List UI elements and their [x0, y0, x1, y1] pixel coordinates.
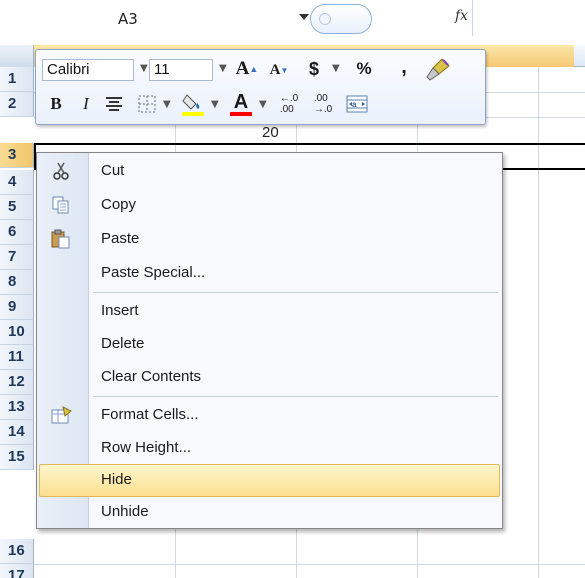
- menu-item-paste-special[interactable]: Paste Special...: [39, 257, 500, 290]
- row-header-17[interactable]: 17: [0, 564, 34, 578]
- menu-item-hide[interactable]: Hide: [39, 464, 500, 497]
- menu-separator: [93, 292, 498, 293]
- mini-toolbar: Calibri ▼ 11 ▼ A ▲ A ▼ $ ▼ % , B I ▼ ▼ A ▼…: [35, 49, 486, 125]
- menu-item-label: Paste: [101, 230, 140, 247]
- menu-item-label: Insert: [101, 302, 139, 319]
- menu-item-delete[interactable]: Delete: [39, 328, 500, 361]
- menu-separator: [93, 396, 498, 397]
- scissors-icon: [51, 161, 71, 181]
- percent-button[interactable]: %: [352, 56, 376, 82]
- fill-color-icon[interactable]: [180, 90, 206, 118]
- italic-button[interactable]: I: [76, 92, 96, 116]
- cell-a2-value[interactable]: 20: [262, 124, 279, 141]
- name-box-dropdown-icon[interactable]: [299, 14, 309, 20]
- row-header-3[interactable]: 3: [0, 143, 34, 168]
- row-header-8[interactable]: 8: [0, 270, 34, 295]
- menu-item-paste[interactable]: Paste: [39, 223, 500, 256]
- menu-item-format-cells[interactable]: Format Cells...: [39, 399, 500, 432]
- format-painter-icon[interactable]: [423, 55, 453, 83]
- chevron-down-icon[interactable]: ▼: [219, 63, 227, 74]
- row-header-9[interactable]: 9: [0, 295, 34, 320]
- font-color-swatch: [230, 112, 252, 116]
- menu-item-label: Clear Contents: [101, 368, 202, 385]
- row-header-6[interactable]: 6: [0, 220, 34, 245]
- font-size-box[interactable]: 11: [149, 59, 213, 81]
- row-header-16[interactable]: 16: [0, 539, 34, 564]
- menu-item-insert[interactable]: Insert: [39, 295, 500, 328]
- menu-item-label: Hide: [101, 471, 132, 488]
- decrease-decimal-icon[interactable]: .00 →.0: [310, 93, 336, 115]
- menu-item-row-height[interactable]: Row Height...: [39, 432, 500, 465]
- chevron-down-icon[interactable]: ▼: [163, 99, 171, 110]
- menu-item-label: Copy: [101, 196, 137, 213]
- font-grow-icon[interactable]: A ▲: [234, 56, 260, 82]
- center-align-icon[interactable]: [102, 93, 126, 115]
- name-box[interactable]: A3: [118, 10, 138, 28]
- row-header-1[interactable]: 1: [0, 67, 34, 92]
- row-header-10[interactable]: 10: [0, 320, 34, 345]
- chevron-down-icon[interactable]: ▼: [211, 99, 219, 110]
- copy-icon: [51, 195, 71, 215]
- menu-item-label: Delete: [101, 335, 145, 352]
- menu-item-label: Row Height...: [101, 439, 192, 456]
- currency-button[interactable]: $: [304, 56, 324, 82]
- chevron-down-icon[interactable]: ▼: [332, 63, 340, 74]
- row-header-2[interactable]: 2: [0, 92, 34, 117]
- chevron-down-icon[interactable]: ▼: [140, 63, 148, 74]
- row-header-4[interactable]: 4: [0, 170, 34, 195]
- menu-item-label: Format Cells...: [101, 406, 199, 423]
- font-color-letter: A: [233, 91, 249, 113]
- menu-item-cut[interactable]: Cut: [39, 155, 500, 188]
- increase-decimal-icon[interactable]: ←.0.00: [276, 93, 302, 115]
- formula-bar-expand-button[interactable]: [310, 4, 372, 34]
- context-menu: Cut Copy Paste Paste Special... Insert D…: [36, 152, 503, 529]
- menu-item-label: Unhide: [101, 503, 149, 520]
- font-name-box[interactable]: Calibri: [42, 59, 134, 81]
- comma-style-button[interactable]: ,: [396, 54, 412, 80]
- grid-hline: [34, 564, 585, 565]
- insert-function-icon[interactable]: fx: [455, 8, 468, 24]
- chevron-down-icon[interactable]: ▼: [259, 99, 267, 110]
- row-header-7[interactable]: 7: [0, 245, 34, 270]
- menu-item-label: Cut: [101, 162, 125, 179]
- menu-item-unhide[interactable]: Unhide: [39, 496, 500, 529]
- menu-item-copy[interactable]: Copy: [39, 189, 500, 222]
- paste-icon: [51, 229, 71, 249]
- row-header-11[interactable]: 11: [0, 345, 34, 370]
- row-header-12[interactable]: 12: [0, 370, 34, 395]
- bold-button[interactable]: B: [46, 92, 66, 116]
- row-header-13[interactable]: 13: [0, 395, 34, 420]
- formula-bar: A3 fx: [0, 0, 585, 38]
- row-header-15[interactable]: 15: [0, 445, 34, 470]
- font-shrink-icon[interactable]: A ▼: [268, 59, 290, 81]
- svg-text:a: a: [352, 100, 357, 109]
- merge-center-icon[interactable]: a: [344, 93, 370, 115]
- font-color-button[interactable]: A: [228, 90, 254, 118]
- menu-item-clear-contents[interactable]: Clear Contents: [39, 361, 500, 394]
- menu-item-label: Paste Special...: [101, 264, 206, 281]
- formula-divider: [472, 0, 473, 36]
- select-all-corner[interactable]: [0, 45, 34, 67]
- borders-icon[interactable]: [136, 93, 158, 115]
- row-header-5[interactable]: 5: [0, 195, 34, 220]
- format-cells-icon: [51, 405, 72, 425]
- row-header-14[interactable]: 14: [0, 420, 34, 445]
